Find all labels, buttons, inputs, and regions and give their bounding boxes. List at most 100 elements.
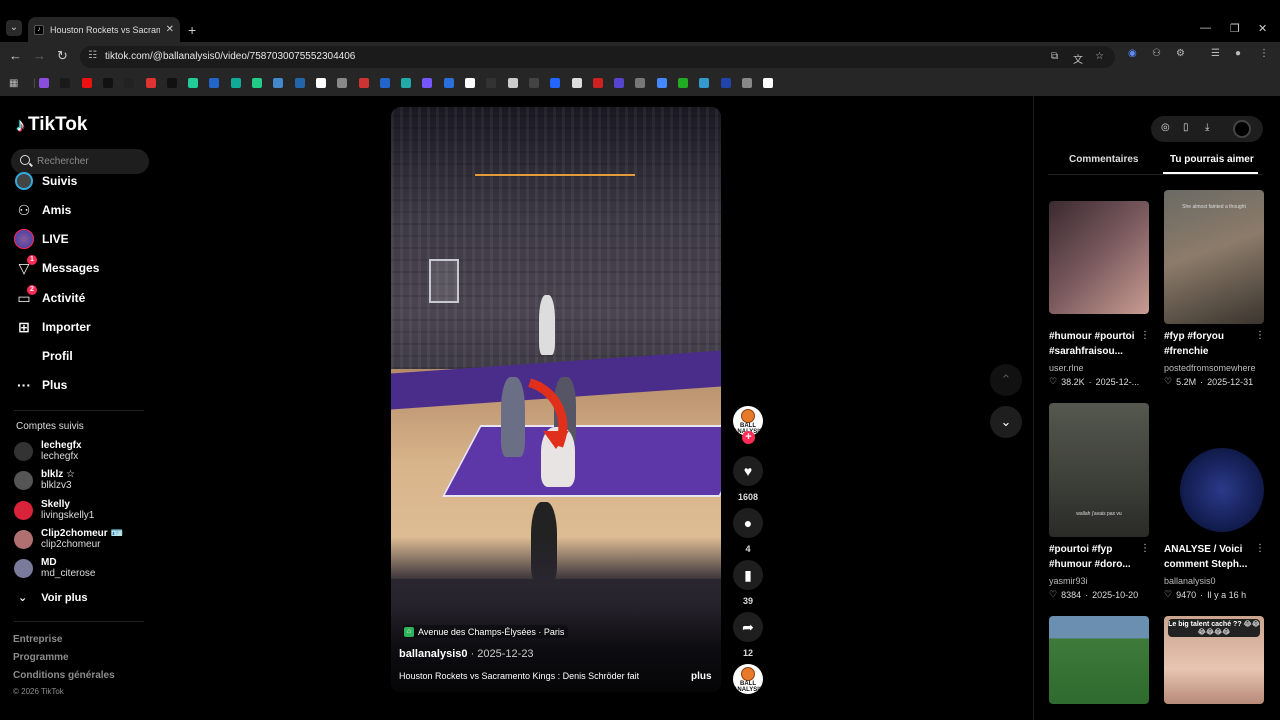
minimize-icon[interactable]: — bbox=[1200, 22, 1211, 34]
bookmark-favicon-icon[interactable] bbox=[39, 78, 49, 88]
suggested-video-title[interactable]: #fyp #foryou #frenchie bbox=[1164, 329, 1259, 359]
bookmark-favicon-icon[interactable] bbox=[699, 78, 710, 88]
close-window-icon[interactable]: ✕ bbox=[1258, 22, 1267, 35]
description-more-button[interactable]: plus bbox=[691, 671, 712, 682]
follow-plus-button[interactable]: + bbox=[742, 431, 755, 444]
bookmark-favicon-icon[interactable] bbox=[209, 78, 220, 88]
browser-menu-icon[interactable]: ⋮ bbox=[1259, 48, 1269, 59]
nav-suivis[interactable]: Suivis bbox=[14, 171, 77, 191]
bookmark-favicon-icon[interactable] bbox=[507, 78, 518, 88]
bookmark-favicon-icon[interactable] bbox=[60, 78, 71, 88]
suggested-video-author[interactable]: postedfromsomewhere bbox=[1164, 363, 1264, 373]
profile-avatar-icon[interactable]: ● bbox=[1235, 48, 1241, 59]
bookmark-favicon-icon[interactable] bbox=[635, 78, 646, 88]
suggested-video-thumbnail[interactable] bbox=[1180, 448, 1264, 532]
more-options-icon[interactable]: ⋮ bbox=[1140, 543, 1150, 554]
back-icon[interactable]: ← bbox=[9, 48, 22, 63]
footer-link-programme[interactable]: Programme bbox=[13, 652, 69, 663]
followed-account-item[interactable]: MD md_citerose bbox=[14, 557, 95, 579]
suggested-video-thumbnail[interactable] bbox=[1049, 201, 1149, 314]
bookmark-favicon-icon[interactable] bbox=[379, 78, 390, 88]
nav-plus[interactable]: ··· Plus bbox=[14, 375, 67, 395]
suggested-video-title[interactable]: ANALYSE / Voici comment Steph... bbox=[1164, 542, 1259, 572]
bookmark-favicon-icon[interactable] bbox=[550, 78, 561, 88]
more-options-icon[interactable]: ⋮ bbox=[1140, 330, 1150, 341]
bookmark-favicon-icon[interactable] bbox=[592, 78, 603, 88]
user-avatar[interactable] bbox=[1233, 120, 1251, 138]
bookmark-favicon-icon[interactable] bbox=[486, 78, 497, 88]
bookmark-favicon-icon[interactable] bbox=[252, 78, 262, 88]
suggested-video-title[interactable]: #pourtoi #fyp #humour #doro... bbox=[1049, 542, 1144, 572]
close-tab-icon[interactable]: ✕ bbox=[166, 24, 174, 35]
nav-amis[interactable]: ⚇ Amis bbox=[14, 200, 72, 220]
like-button[interactable]: ♥ bbox=[733, 456, 763, 486]
previous-video-button[interactable]: ⌃ bbox=[990, 364, 1022, 396]
suggested-video-thumbnail[interactable] bbox=[1049, 616, 1149, 704]
bookmark-favicon-icon[interactable] bbox=[422, 78, 433, 88]
nav-importer[interactable]: ⊞ Importer bbox=[14, 317, 91, 337]
nav-live[interactable]: LIVE bbox=[14, 229, 69, 249]
nav-activite[interactable]: ▭ 2 Activité bbox=[14, 285, 85, 308]
media-control-icon[interactable]: ☰ bbox=[1211, 48, 1220, 59]
suggested-video-title[interactable]: #humour #pourtoi #sarahfraisou... bbox=[1049, 329, 1144, 359]
suggested-video-author[interactable]: user.rlne bbox=[1049, 363, 1149, 373]
bookmark-favicon-icon[interactable] bbox=[528, 78, 539, 88]
share-button[interactable]: ➦ bbox=[733, 612, 763, 642]
new-tab-button[interactable]: + bbox=[188, 22, 196, 38]
bookmark-favicon-icon[interactable] bbox=[401, 78, 412, 88]
bookmark-favicon-icon[interactable] bbox=[571, 78, 582, 88]
bookmark-favicon-icon[interactable] bbox=[166, 78, 177, 88]
bookmark-favicon-icon[interactable] bbox=[230, 78, 241, 88]
location-tag[interactable]: ⌂ Avenue des Champs-Élysées · Paris bbox=[403, 625, 569, 638]
compass-icon[interactable]: ◎ bbox=[1161, 122, 1170, 133]
bookmark-star-icon[interactable]: ☆ bbox=[1095, 51, 1104, 62]
bookmark-favicon-icon[interactable] bbox=[337, 78, 348, 88]
bookmark-favicon-icon[interactable] bbox=[81, 78, 92, 88]
comment-button[interactable]: ● bbox=[733, 508, 763, 538]
bookmark-favicon-icon[interactable] bbox=[465, 78, 475, 88]
video-author-line[interactable]: ballanalysis0 · 2025-12-23 bbox=[399, 648, 534, 660]
bookmark-favicon-icon[interactable] bbox=[145, 78, 156, 88]
bookmark-favicon-icon[interactable] bbox=[720, 78, 731, 88]
install-app-icon[interactable]: ⧉ bbox=[1051, 51, 1058, 62]
address-bar[interactable]: ☷ tiktok.com/@ballanalysis0/video/758703… bbox=[80, 46, 1115, 68]
suggested-video-thumbnail[interactable]: She almost fainted a thought bbox=[1164, 190, 1264, 324]
suggested-video-thumbnail[interactable]: Le big talent caché ?? 😂😂😂😂😂😂 bbox=[1164, 616, 1264, 704]
bookmark-favicon-icon[interactable] bbox=[678, 78, 688, 88]
footer-link-entreprise[interactable]: Entreprise bbox=[13, 634, 62, 645]
apps-grid-icon[interactable]: ▦ bbox=[9, 78, 18, 89]
see-more-button[interactable]: ⌄ Voir plus bbox=[18, 591, 87, 605]
more-options-icon[interactable]: ⋮ bbox=[1255, 330, 1265, 341]
bookmark-favicon-icon[interactable] bbox=[102, 78, 113, 88]
browser-tab-active[interactable]: ♪ Houston Rockets vs Sacramento Kings ✕ bbox=[28, 17, 180, 42]
video-player[interactable] bbox=[391, 107, 721, 692]
nav-messages[interactable]: ▽ 1 Messages bbox=[14, 255, 99, 278]
followed-account-item[interactable]: Skelly livingskelly1 bbox=[14, 499, 94, 521]
next-video-button[interactable]: ⌄ bbox=[990, 406, 1022, 438]
extension-audio-icon[interactable]: ◉ bbox=[1128, 48, 1137, 59]
bookmark-favicon-icon[interactable] bbox=[656, 78, 667, 88]
followed-account-item[interactable]: Clip2chomeur 🪪 clip2chomeur bbox=[14, 528, 123, 550]
search-input[interactable] bbox=[37, 153, 145, 170]
bookmark-favicon-icon[interactable] bbox=[294, 78, 305, 88]
followed-account-item[interactable]: blklz ☆ blklzv3 bbox=[14, 469, 75, 491]
bookmark-favicon-icon[interactable] bbox=[443, 78, 454, 88]
extensions-puzzle-icon[interactable]: ⚙ bbox=[1176, 48, 1185, 59]
extension-people-icon[interactable]: ⚇ bbox=[1152, 48, 1161, 59]
suggested-video-author[interactable]: yasmir93i bbox=[1049, 576, 1149, 586]
followed-account-item[interactable]: lechegfx lechegfx bbox=[14, 440, 82, 462]
reload-icon[interactable]: ↻ bbox=[57, 48, 68, 64]
sound-avatar[interactable]: BALL ANALYSIS bbox=[733, 664, 763, 694]
download-icon[interactable]: ⤓ bbox=[1205, 122, 1209, 133]
save-button[interactable]: ▮ bbox=[733, 560, 763, 590]
tab-comments[interactable]: Commentaires bbox=[1069, 154, 1138, 165]
maximize-icon[interactable]: ❐ bbox=[1230, 22, 1240, 35]
footer-link-conditions[interactable]: Conditions générales bbox=[13, 670, 115, 681]
mobile-icon[interactable]: ▯ bbox=[1183, 122, 1189, 133]
bookmark-favicon-icon[interactable] bbox=[614, 78, 625, 88]
suggested-video-thumbnail[interactable]: wallah j'avais pas vu bbox=[1049, 403, 1149, 537]
nav-profil[interactable]: Profil bbox=[14, 346, 73, 366]
bookmark-favicon-icon[interactable] bbox=[273, 78, 284, 88]
bookmark-favicon-icon[interactable] bbox=[763, 78, 774, 88]
tab-search-button[interactable]: ⌄ bbox=[6, 20, 22, 36]
